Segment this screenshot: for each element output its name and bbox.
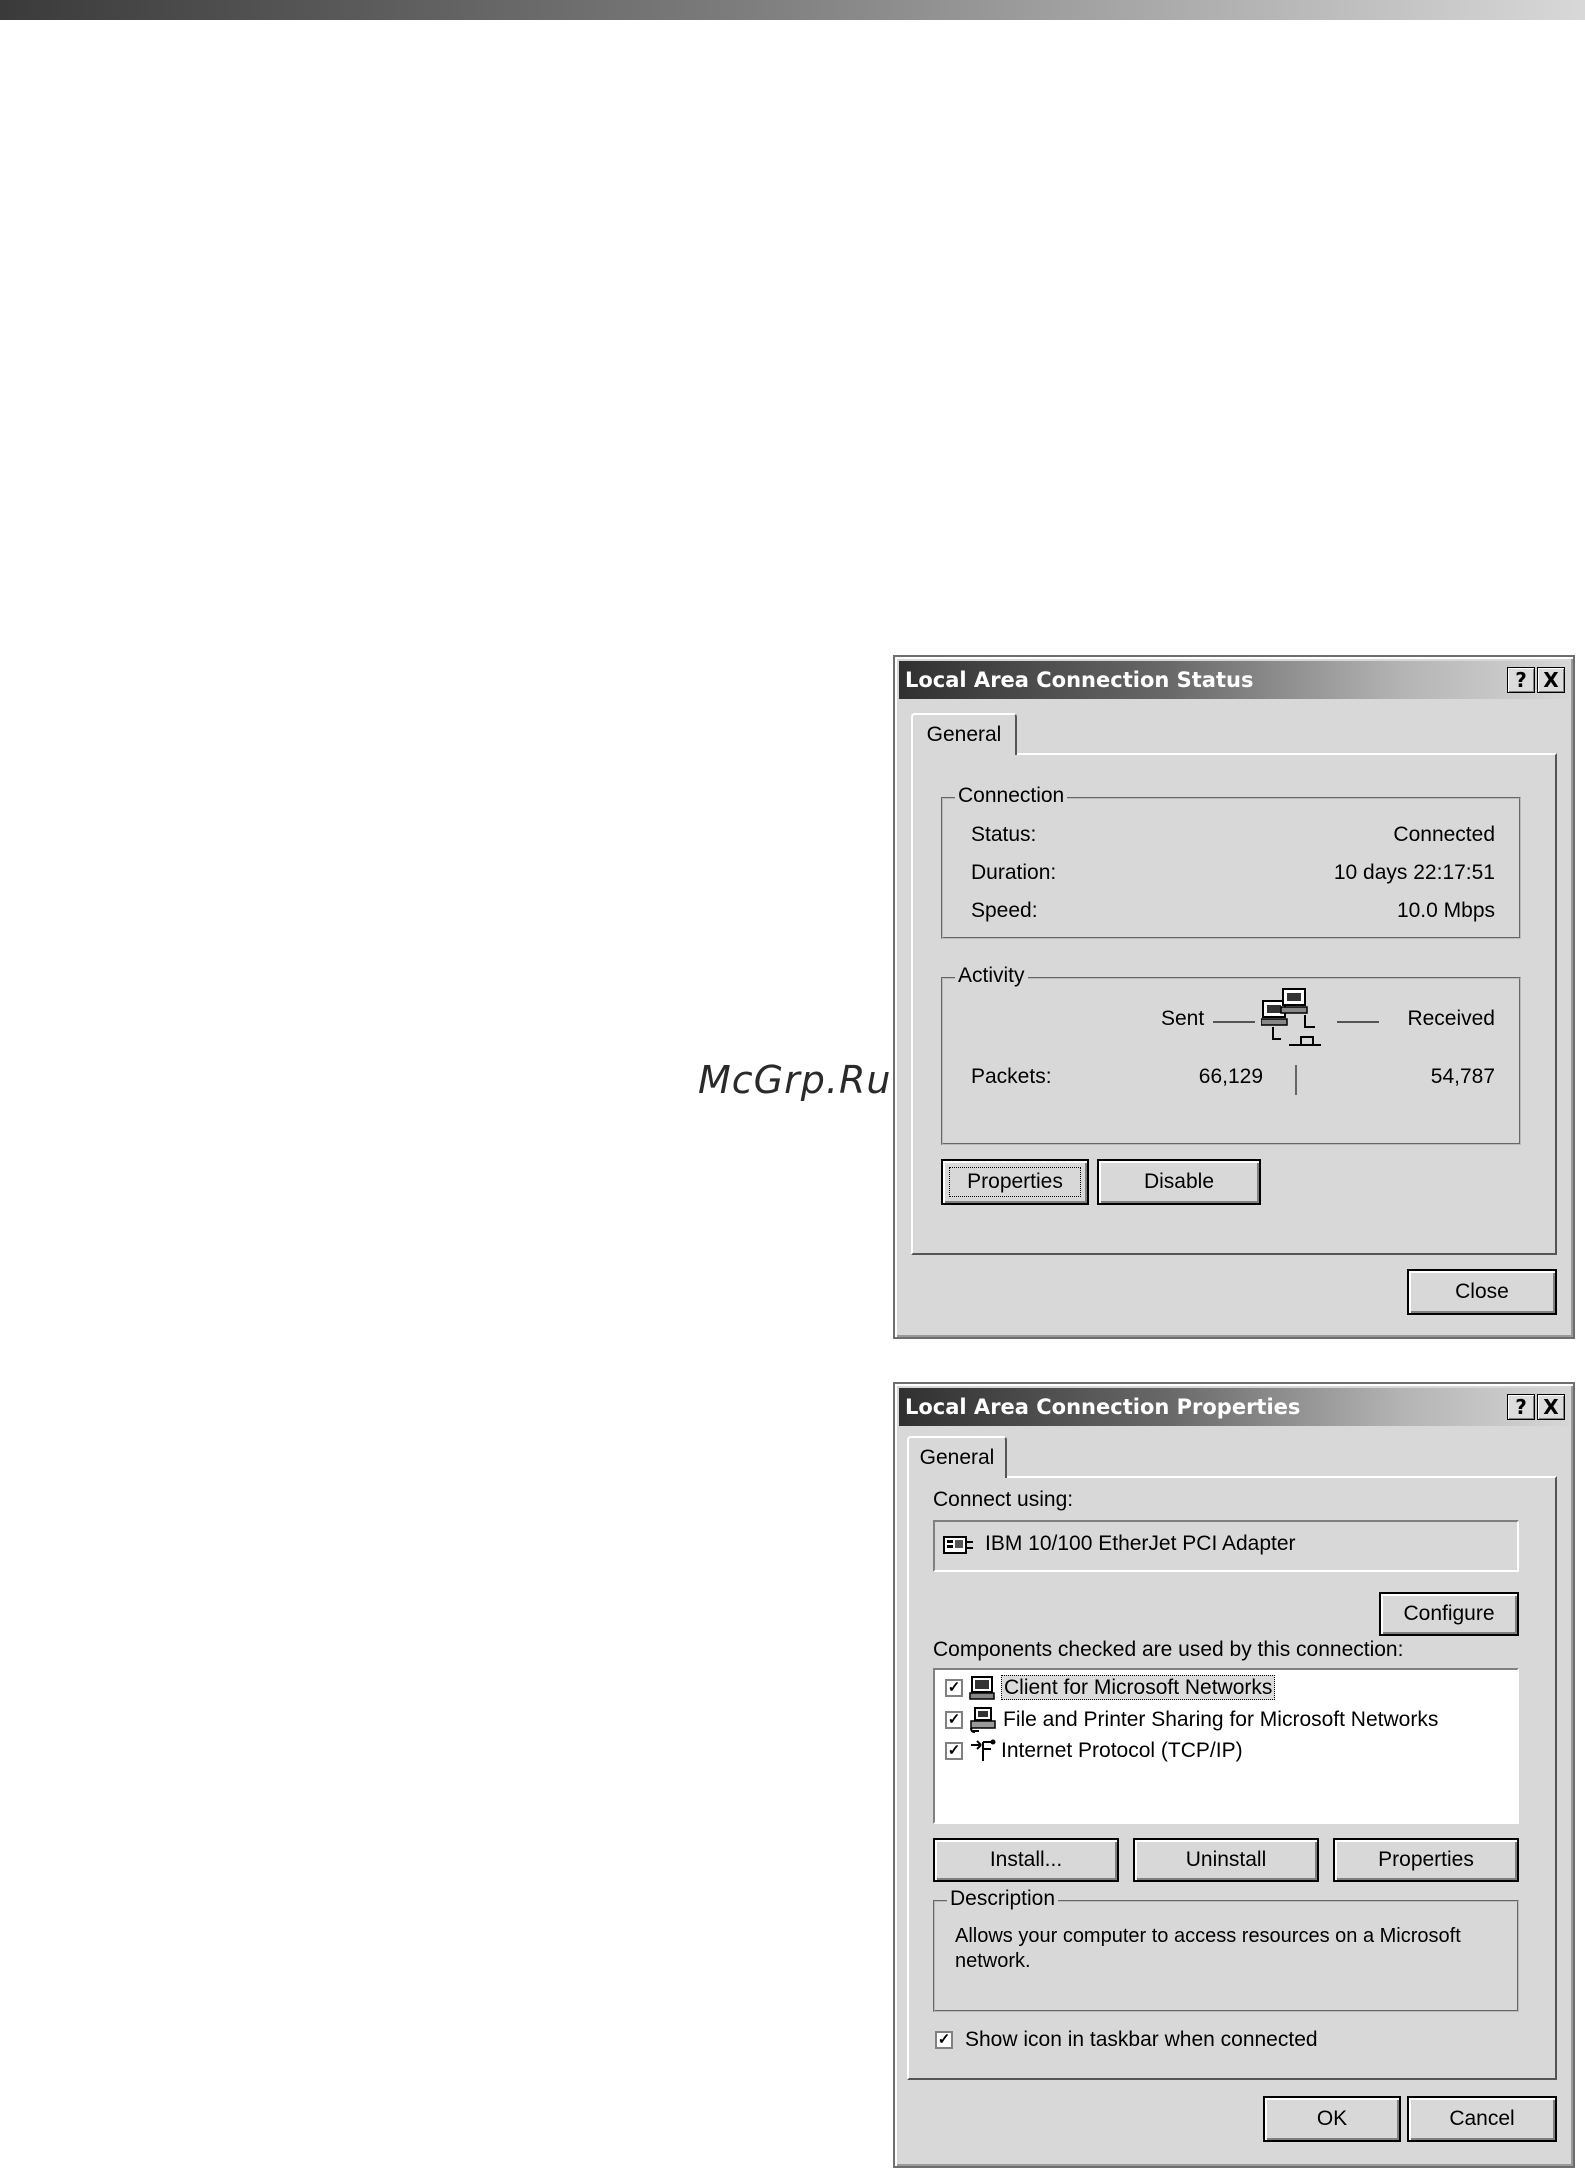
connection-group-title: Connection: [955, 784, 1068, 808]
close-label: Close: [1455, 1280, 1509, 1303]
close-button[interactable]: Close: [1407, 1269, 1557, 1315]
speed-value: 10.0 Mbps: [1396, 899, 1495, 922]
status-dialog: Local Area Connection Status ? X General…: [893, 655, 1575, 1339]
show-icon-option[interactable]: ✓ Show icon in taskbar when connected: [933, 2026, 1453, 2056]
install-label: Install...: [989, 1848, 1063, 1871]
tcpip-label: Internet Protocol (TCP/IP): [1001, 1739, 1243, 1762]
packets-label: Packets:: [971, 1065, 1052, 1088]
component-properties-button[interactable]: Properties: [1333, 1838, 1519, 1882]
tab-general[interactable]: General: [911, 713, 1017, 755]
client-checkbox[interactable]: ✓: [945, 1679, 963, 1697]
component-properties-label: Properties: [1378, 1848, 1474, 1871]
configure-button[interactable]: Configure: [1379, 1592, 1519, 1636]
cancel-label: Cancel: [1449, 2107, 1515, 2130]
description-group-title: Description: [947, 1887, 1059, 1911]
ok-button[interactable]: OK: [1263, 2096, 1401, 2142]
description-text: Allows your computer to access resources…: [955, 1925, 1461, 1972]
help-button[interactable]: ?: [1507, 1394, 1535, 1420]
disable-button[interactable]: Disable: [1097, 1159, 1261, 1205]
components-label: Components checked are used by this conn…: [933, 1638, 1404, 1661]
file-sharing-label: File and Printer Sharing for Microsoft N…: [1003, 1708, 1439, 1731]
duration-label: Duration:: [971, 861, 1057, 884]
network-activity-icon: [1261, 988, 1321, 1046]
show-icon-checkbox[interactable]: ✓: [935, 2031, 953, 2049]
close-icon[interactable]: X: [1537, 1394, 1565, 1420]
disable-label: Disable: [1143, 1170, 1215, 1193]
components-list[interactable]: ✓ Client for Microsoft Networks ✓ File a…: [933, 1668, 1519, 1824]
activity-divider: [1295, 1065, 1297, 1095]
show-icon-label: Show icon in taskbar when connected: [965, 2028, 1318, 2051]
list-item[interactable]: ✓ Client for Microsoft Networks: [941, 1674, 1501, 1704]
packets-sent-value: 66,129: [1198, 1065, 1263, 1088]
cancel-button[interactable]: Cancel: [1407, 2096, 1557, 2142]
computer-icon: [969, 1676, 995, 1700]
packets-received-value: 54,787: [1430, 1065, 1495, 1088]
description-group: Description Allows your computer to acce…: [933, 1887, 1519, 2012]
speed-label: Speed:: [971, 899, 1038, 922]
watermark: McGrp.Ru: [698, 1058, 892, 1102]
uninstall-button[interactable]: Uninstall: [1133, 1838, 1319, 1882]
list-item[interactable]: ✓ Internet Protocol (TCP/IP): [941, 1737, 1501, 1767]
properties-dialog-titlebar: Local Area Connection Properties ? X: [899, 1388, 1569, 1426]
received-line: [1337, 1021, 1379, 1023]
tab-general[interactable]: General: [907, 1436, 1007, 1478]
component-label: Client for Microsoft Networks: [1001, 1675, 1276, 1701]
install-button[interactable]: Install...: [933, 1838, 1119, 1882]
network-adapter-icon: [943, 1536, 973, 1554]
status-dialog-title: Local Area Connection Status: [905, 668, 1254, 692]
activity-group: Activity Sent Received Packets: 66,129 5…: [941, 964, 1521, 1145]
properties-general-panel: Connect using: IBM 10/100 EtherJet PCI A…: [907, 1476, 1557, 2080]
sent-label: Sent: [1161, 1007, 1205, 1030]
status-dialog-titlebar: Local Area Connection Status ? X: [899, 661, 1569, 699]
close-icon[interactable]: X: [1537, 667, 1565, 693]
activity-group-title: Activity: [955, 964, 1028, 988]
printer-share-icon: [970, 1707, 996, 1733]
adapter-name: IBM 10/100 EtherJet PCI Adapter: [985, 1532, 1296, 1555]
connection-group: Connection Status: Connected Duration: 1…: [941, 784, 1521, 939]
uninstall-label: Uninstall: [1185, 1848, 1267, 1871]
focus-ring: [949, 1167, 1081, 1197]
status-value: Connected: [1393, 823, 1495, 846]
sent-line: [1213, 1021, 1255, 1023]
page-header-bar: [0, 0, 1585, 20]
status-properties-button[interactable]: Properties: [941, 1159, 1089, 1205]
adapter-field: IBM 10/100 EtherJet PCI Adapter: [933, 1520, 1519, 1572]
file-sharing-checkbox[interactable]: ✓: [945, 1711, 963, 1729]
tcpip-checkbox[interactable]: ✓: [945, 1742, 963, 1760]
list-item[interactable]: ✓ File and Printer Sharing for Microsoft…: [941, 1706, 1501, 1736]
received-label: Received: [1407, 1007, 1495, 1030]
client-label: Client for Microsoft Networks: [1001, 1675, 1276, 1700]
help-button[interactable]: ?: [1507, 667, 1535, 693]
properties-dialog: Local Area Connection Properties ? X Gen…: [893, 1382, 1575, 2168]
network-protocol-icon: [971, 1739, 996, 1761]
configure-label: Configure: [1403, 1602, 1495, 1625]
duration-value: 10 days 22:17:51: [1333, 861, 1495, 884]
status-general-panel: Connection Status: Connected Duration: 1…: [911, 753, 1557, 1255]
connect-using-label: Connect using:: [933, 1488, 1074, 1511]
properties-dialog-title: Local Area Connection Properties: [905, 1395, 1301, 1419]
status-label: Status:: [971, 823, 1037, 846]
ok-label: OK: [1316, 2107, 1348, 2130]
